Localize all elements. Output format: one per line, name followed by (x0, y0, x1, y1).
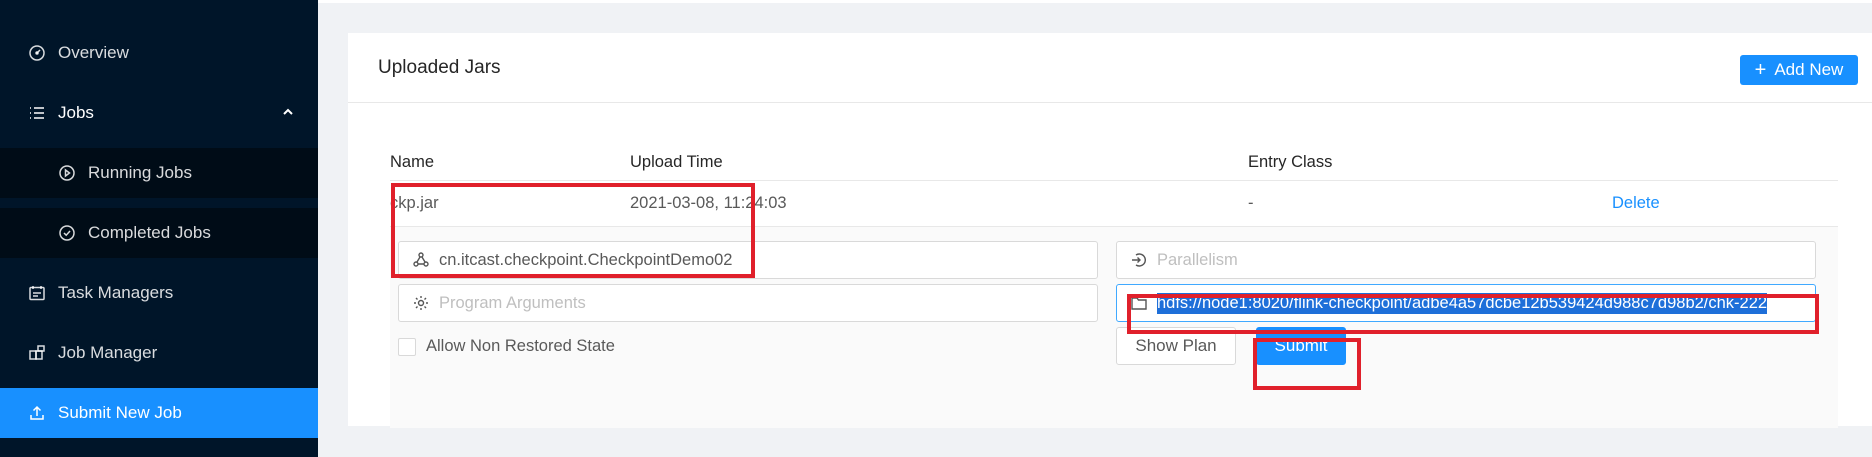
sidebar-item-label: Running Jobs (88, 163, 192, 182)
sidebar-item-label: Submit New Job (58, 403, 182, 422)
schedule-icon (28, 284, 46, 302)
program-arguments-placeholder: Program Arguments (439, 293, 586, 312)
sidebar-item-overview[interactable]: Overview (0, 28, 318, 78)
column-header-name: Name (390, 153, 435, 171)
table-header: Name Upload Time Entry Class (390, 145, 1838, 181)
list-icon (28, 104, 46, 122)
sidebar-item-job-manager[interactable]: Job Manager (0, 328, 318, 378)
allow-non-restored-checkbox[interactable] (398, 338, 416, 356)
sidebar-item-label: Completed Jobs (88, 223, 211, 242)
login-icon (1130, 251, 1148, 269)
annotation-box-submit (1253, 338, 1361, 390)
sidebar: Overview Jobs Running Jobs Completed Job… (0, 0, 318, 457)
delete-link[interactable]: Delete (1612, 194, 1660, 213)
column-header-entry-class: Entry Class (1248, 153, 1333, 171)
dashboard-icon (28, 44, 46, 62)
plus-icon: + (1754, 59, 1767, 81)
sidebar-item-label: Jobs (58, 103, 94, 122)
parallelism-input[interactable]: Parallelism (1116, 241, 1816, 279)
upload-icon (28, 404, 46, 422)
parallelism-placeholder: Parallelism (1157, 250, 1238, 269)
gear-icon (412, 294, 430, 312)
annotation-box-jar-entry (391, 183, 755, 278)
card-header: Uploaded Jars + Add New (348, 33, 1872, 103)
sidebar-item-jobs[interactable]: Jobs (0, 88, 318, 138)
sidebar-item-task-managers[interactable]: Task Managers (0, 268, 318, 318)
sidebar-item-submit-new-job[interactable]: Submit New Job (0, 388, 318, 438)
play-circle-icon (58, 164, 76, 182)
chevron-up-icon (283, 108, 293, 115)
build-icon (28, 344, 46, 362)
program-arguments-input[interactable]: Program Arguments (398, 284, 1098, 322)
column-header-upload-time: Upload Time (630, 153, 723, 171)
check-circle-icon (58, 224, 76, 242)
sidebar-item-completed-jobs[interactable]: Completed Jobs (0, 208, 318, 258)
allow-non-restored-label[interactable]: Allow Non Restored State (426, 337, 615, 356)
add-new-button[interactable]: + Add New (1740, 55, 1858, 85)
card-title: Uploaded Jars (378, 57, 501, 78)
header-strip (318, 0, 1872, 3)
add-new-label: Add New (1774, 60, 1844, 79)
sidebar-item-running-jobs[interactable]: Running Jobs (0, 148, 318, 198)
annotation-box-savepoint (1127, 294, 1819, 334)
entry-class: - (1248, 194, 1254, 212)
sidebar-item-label: Task Managers (58, 283, 174, 302)
sidebar-item-label: Overview (58, 43, 129, 62)
sidebar-item-label: Job Manager (58, 343, 158, 362)
